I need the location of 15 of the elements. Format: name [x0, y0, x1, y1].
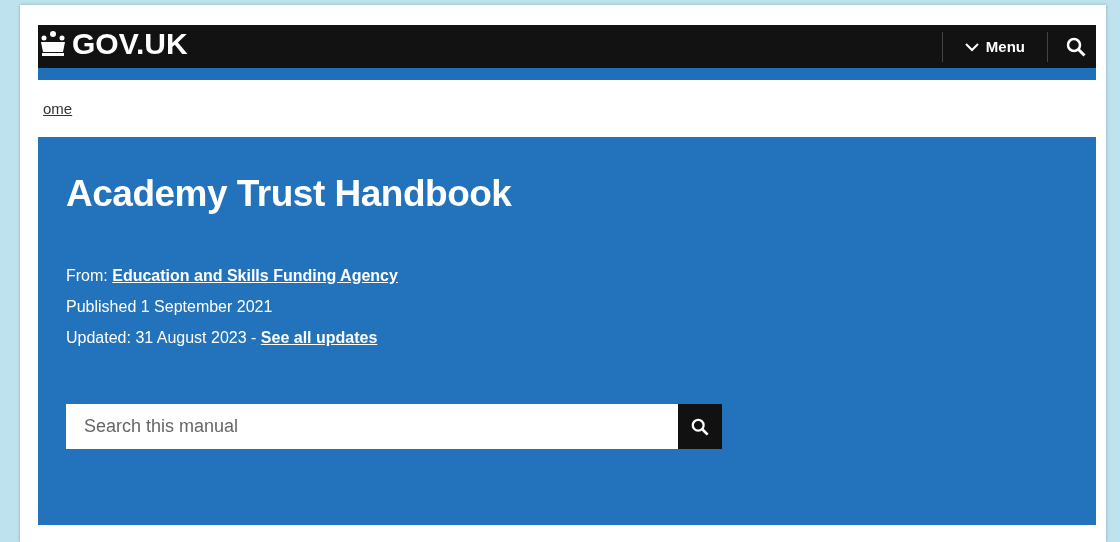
search-field[interactable]: Search this manual — [66, 404, 678, 449]
organisation-link[interactable]: Education and Skills Funding Agency — [112, 267, 398, 284]
search-button[interactable] — [678, 404, 722, 449]
page-title: Academy Trust Handbook — [66, 173, 513, 215]
from-label: From: — [66, 267, 108, 284]
updated-date: Updated: 31 August 2023 - — [66, 329, 257, 346]
updates-link[interactable]: See all updates — [260, 329, 378, 346]
breadcrumb-link[interactable]: ome — [43, 100, 73, 117]
chevron-icon — [964, 41, 979, 52]
menu-button[interactable]: Menu — [942, 38, 1047, 55]
search-icon — [1066, 36, 1086, 57]
published-date: Published 1 September 2021 — [66, 298, 273, 315]
site-logo[interactable]: GOV.UK — [72, 26, 188, 61]
search-icon — [691, 417, 709, 436]
crown-icon — [38, 29, 68, 58]
